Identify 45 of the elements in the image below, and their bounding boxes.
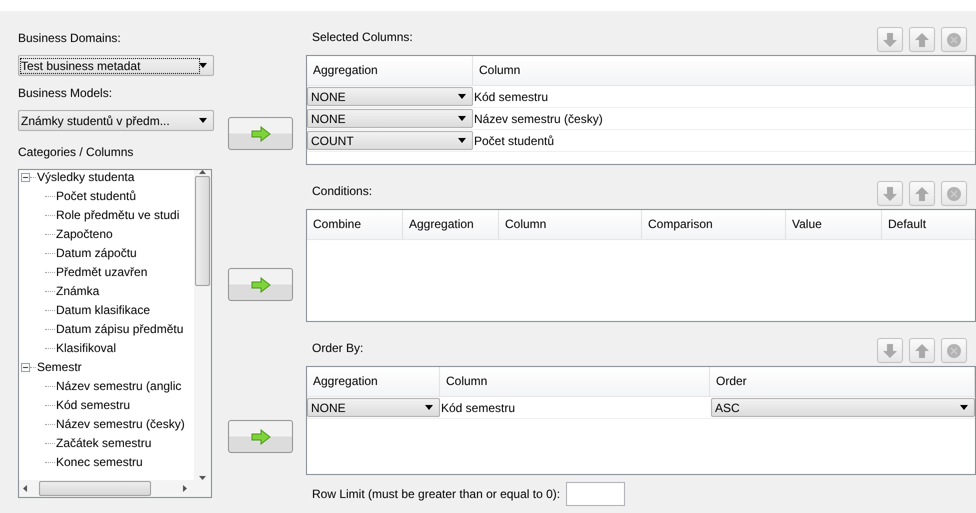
tree-item[interactable]: Název semestru (česky) (19, 415, 194, 434)
tree-item[interactable]: Role předmětu ve studi (19, 206, 194, 225)
tree-label: Categories / Columns (18, 145, 134, 159)
field-label: Business Models: (18, 86, 114, 100)
column-header[interactable]: Default (882, 210, 975, 239)
tree-item[interactable]: Začátek semestru (19, 434, 194, 453)
tree-item[interactable]: Konec semestru (19, 453, 194, 472)
tree-item[interactable]: Datum klasifikace (19, 301, 194, 320)
aggregation-dropdown[interactable]: NONE (307, 109, 473, 128)
tree-item[interactable]: Datum zápočtu (19, 244, 194, 263)
tree-item[interactable]: Kód semestru (19, 396, 194, 415)
column-header[interactable]: Combine (307, 210, 403, 239)
section-label: Selected Columns: (312, 30, 413, 44)
tree-item[interactable]: Název semestru (anglic (19, 377, 194, 396)
tree-item[interactable]: Klasifikoval (19, 339, 194, 358)
field-label: Business Domains: (18, 31, 122, 45)
column-header[interactable]: Column (473, 56, 975, 85)
domain-dropdown[interactable]: Test business metadat (18, 55, 214, 76)
column-header[interactable]: Order (710, 367, 975, 396)
column-header[interactable]: Column (499, 210, 642, 239)
tree-item[interactable]: Známka (19, 282, 194, 301)
column-header[interactable]: Comparison (642, 210, 786, 239)
tree-item[interactable]: Počet studentů (19, 187, 194, 206)
tree-item[interactable]: Započteno (19, 225, 194, 244)
section-label: Order By: (312, 341, 364, 355)
column-header[interactable]: Value (786, 210, 882, 239)
aggregation-dropdown[interactable]: NONE (307, 398, 440, 417)
tree-item[interactable]: Výsledky studenta (19, 170, 194, 187)
model-dropdown[interactable]: Známky studentů v předm... (18, 110, 214, 131)
aggregation-dropdown[interactable]: COUNT (307, 131, 473, 150)
tree-item[interactable]: Předmět uzavřen (19, 263, 194, 282)
section-label: Conditions: (312, 184, 372, 198)
order-dropdown[interactable]: ASC (711, 398, 975, 417)
table-cell-text: Počet studentů (473, 134, 556, 148)
table-cell-text: Kód semestru (440, 400, 516, 414)
column-header[interactable]: Aggregation (307, 367, 440, 396)
table-cell-text: Název semestru (česky) (473, 112, 604, 126)
aggregation-dropdown[interactable]: NONE (307, 87, 473, 106)
column-header[interactable]: Column (440, 367, 710, 396)
tree-item[interactable]: Datum zápisu předmětu (19, 320, 194, 339)
tree-item[interactable]: Semestr (19, 358, 194, 377)
field-label: Row Limit (must be greater than or equal to 0): (312, 487, 560, 501)
column-header[interactable]: Aggregation (403, 210, 499, 239)
table-cell-text: Kód semestru (473, 90, 550, 104)
column-header[interactable]: Aggregation (307, 56, 473, 85)
